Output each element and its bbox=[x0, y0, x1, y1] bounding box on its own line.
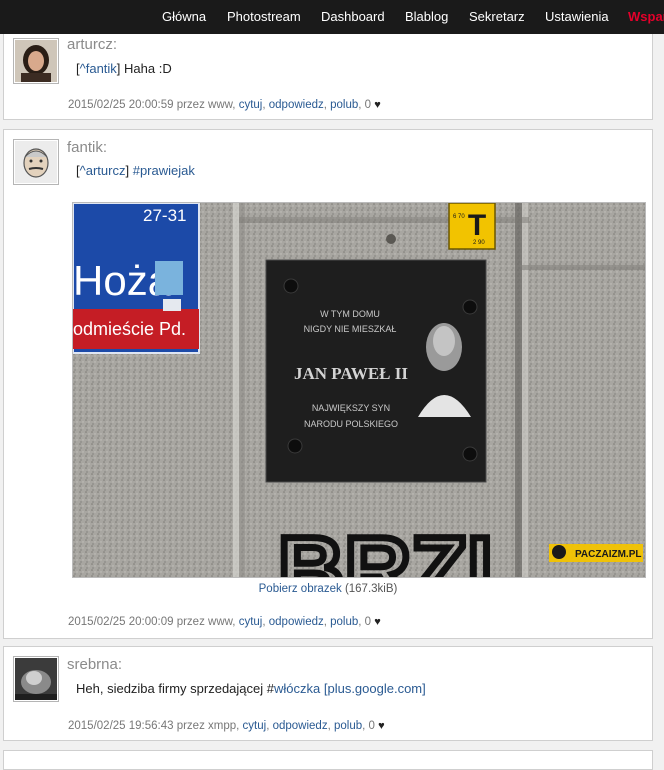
watermark-text: PACZAIZM.PL bbox=[575, 549, 641, 560]
like-count: 0 bbox=[368, 720, 375, 732]
download-size: (167.3kiB) bbox=[344, 583, 398, 595]
like-count: 0 bbox=[364, 616, 372, 628]
reply-action-link[interactable]: odpowiedz bbox=[269, 616, 324, 628]
hashtag-link[interactable]: włóczka bbox=[274, 681, 320, 696]
user-avatar-icon bbox=[15, 658, 57, 700]
graffiti-text: BRZI bbox=[278, 519, 493, 577]
plaque-line4: NARODU POLSKIEGO bbox=[304, 419, 398, 429]
street-sign-number: 27-31 bbox=[143, 206, 186, 225]
entry-text: [^arturcz] #prawiejak bbox=[76, 163, 195, 178]
external-link[interactable]: [plus.google.com] bbox=[324, 681, 426, 696]
entry-next-partial bbox=[3, 750, 653, 770]
yellow-sign-small-top: 6 70 bbox=[453, 214, 465, 220]
hashtag-link[interactable]: #prawiejak bbox=[133, 163, 195, 178]
entry-meta: 2015/02/25 19:56:43 przez xmpp, cytuj, o… bbox=[68, 720, 385, 732]
avatar[interactable] bbox=[13, 139, 59, 185]
yellow-sign-letter: T bbox=[468, 209, 486, 242]
nav-sekretarz[interactable]: Sekretarz bbox=[469, 0, 525, 34]
plaque-name: JAN PAWEŁ II bbox=[294, 364, 408, 383]
nav-blablog[interactable]: Blablog bbox=[405, 0, 448, 34]
reply-link[interactable]: ^arturcz bbox=[80, 163, 126, 178]
entry-text: Heh, siedziba firmy sprzedającej #włóczk… bbox=[76, 681, 426, 696]
heart-icon: ♥ bbox=[374, 99, 381, 111]
entry-fantik: fantik: [^arturcz] #prawiejak 27-31 Hoża… bbox=[3, 129, 653, 639]
entry-meta: 2015/02/25 20:00:59 przez www, cytuj, od… bbox=[68, 99, 381, 111]
nav-glowna[interactable]: Główna bbox=[162, 0, 206, 34]
entry-message: Haha :D bbox=[124, 61, 172, 76]
reply-link[interactable]: ^fantik bbox=[80, 61, 117, 76]
heart-icon: ♥ bbox=[378, 720, 385, 732]
user-avatar-icon bbox=[15, 141, 57, 183]
timestamp: 2015/02/25 19:56:43 przez xmpp, bbox=[68, 720, 240, 732]
graffiti: BRZI bbox=[275, 516, 497, 578]
author-name[interactable]: fantik: bbox=[67, 139, 107, 156]
reply-action-link[interactable]: odpowiedz bbox=[269, 99, 324, 111]
nav-photostream[interactable]: Photostream bbox=[227, 0, 301, 34]
plaque-line3: NAJWIĘKSZY SYN bbox=[312, 403, 390, 413]
timestamp: 2015/02/25 20:00:09 przez www, bbox=[68, 616, 236, 628]
nav-wsparcie[interactable]: Wspar bbox=[628, 0, 664, 34]
entry-meta: 2015/02/25 20:00:09 przez www, cytuj, od… bbox=[68, 616, 381, 628]
entry-arturcz: arturcz: [^fantik] Haha :D 2015/02/25 20… bbox=[3, 30, 653, 120]
like-count: 0 bbox=[364, 99, 372, 111]
top-navigation-bar: Główna Photostream Dashboard Blablog Sek… bbox=[0, 0, 664, 34]
author-name[interactable]: srebrna: bbox=[67, 656, 122, 673]
avatar[interactable] bbox=[13, 656, 59, 702]
user-avatar-icon bbox=[15, 40, 57, 82]
nav-ustawienia[interactable]: Ustawienia bbox=[545, 0, 609, 34]
author-name[interactable]: arturcz: bbox=[67, 36, 117, 53]
entry-text: [^fantik] Haha :D bbox=[76, 61, 172, 76]
entry-image[interactable]: 27-31 Hoża odmieście Pd. T 6 70 2 90 W T… bbox=[72, 202, 646, 578]
street-sign-district: odmieście Pd. bbox=[73, 319, 186, 339]
quote-link[interactable]: cytuj bbox=[239, 99, 263, 111]
entry-srebrna: srebrna: Heh, siedziba firmy sprzedające… bbox=[3, 646, 653, 741]
download-row: Pobierz obrazek (167.3kiB) bbox=[4, 583, 652, 595]
plaque-line1: W TYM DOMU bbox=[320, 309, 380, 319]
timestamp: 2015/02/25 20:00:59 przez www, bbox=[68, 99, 236, 111]
nav-dashboard[interactable]: Dashboard bbox=[321, 0, 385, 34]
download-image-link[interactable]: Pobierz obrazek bbox=[259, 583, 342, 595]
like-link[interactable]: polub bbox=[330, 99, 358, 111]
quote-link[interactable]: cytuj bbox=[239, 616, 263, 628]
avatar[interactable] bbox=[13, 38, 59, 84]
plaque-line2: NIGDY NIE MIESZKAŁ bbox=[304, 324, 397, 334]
like-link[interactable]: polub bbox=[334, 720, 362, 732]
yellow-sign-small-bottom: 2 90 bbox=[473, 240, 485, 246]
reply-action-link[interactable]: odpowiedz bbox=[273, 720, 328, 732]
plaque-photo: 27-31 Hoża odmieście Pd. T 6 70 2 90 W T… bbox=[73, 203, 645, 577]
quote-link[interactable]: cytuj bbox=[243, 720, 267, 732]
heart-icon: ♥ bbox=[374, 616, 381, 628]
like-link[interactable]: polub bbox=[330, 616, 358, 628]
